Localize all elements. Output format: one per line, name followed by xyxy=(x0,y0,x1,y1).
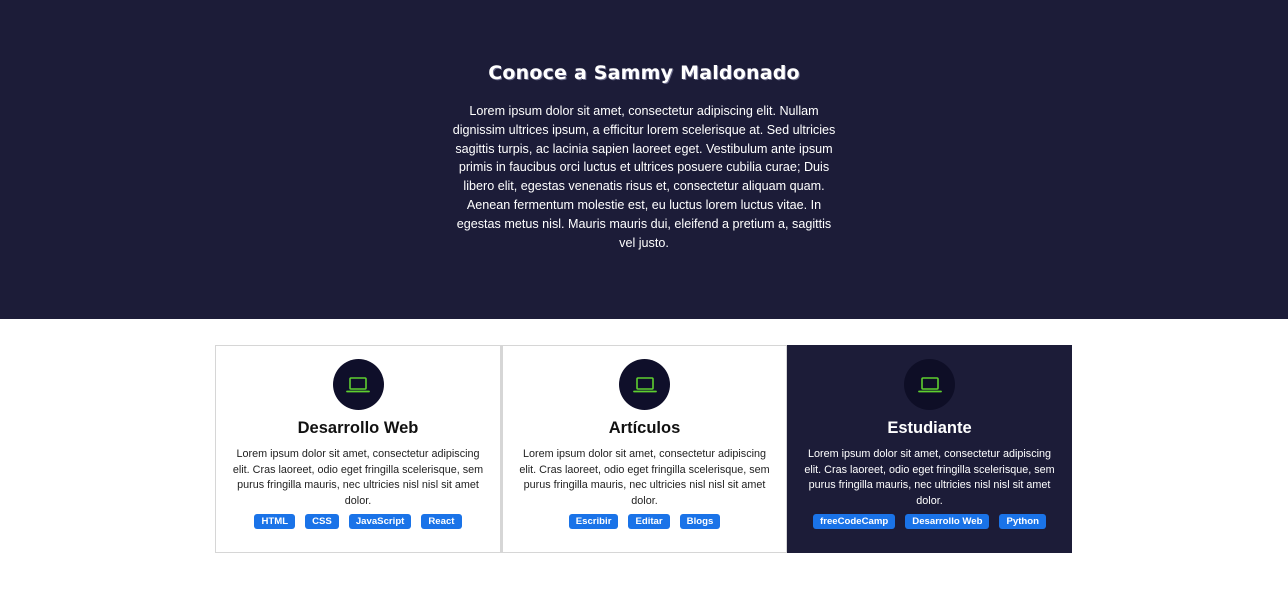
tag-badge[interactable]: HTML xyxy=(254,514,296,529)
tag-badge[interactable]: JavaScript xyxy=(348,514,412,529)
card-description: Lorem ipsum dolor sit amet, consectetur … xyxy=(519,448,770,507)
tag-badge[interactable]: Desarrollo Web xyxy=(905,514,990,529)
tag-badge[interactable]: CSS xyxy=(305,514,339,529)
tag-badge[interactable]: Escribir xyxy=(568,514,619,529)
laptop-icon xyxy=(346,376,370,392)
tag-badge[interactable]: Blogs xyxy=(679,514,721,529)
card-title: Estudiante xyxy=(887,419,972,437)
skills-cards: Desarrollo Web Lorem ipsum dolor sit ame… xyxy=(215,345,1072,553)
tag-badge[interactable]: Editar xyxy=(628,514,670,529)
card-icon-circle xyxy=(904,359,955,410)
card-description: Lorem ipsum dolor sit amet, consectetur … xyxy=(804,448,1055,507)
hero-description: Lorem ipsum dolor sit amet, consectetur … xyxy=(452,104,836,250)
card-desarrollo-web: Desarrollo Web Lorem ipsum dolor sit ame… xyxy=(215,345,501,553)
hero-title: Conoce a Sammy Maldonado xyxy=(488,62,800,84)
tag-badge[interactable]: React xyxy=(421,514,462,529)
card-description: Lorem ipsum dolor sit amet, consectetur … xyxy=(232,448,484,507)
card-title: Artículos xyxy=(608,419,681,437)
card-tags: HTML CSS JavaScript React xyxy=(216,514,500,529)
card-title: Desarrollo Web xyxy=(297,419,419,437)
card-tags: freeCodeCamp Desarrollo Web Python xyxy=(788,514,1071,529)
laptop-icon xyxy=(632,376,657,392)
card-articulos: Artículos Lorem ipsum dolor sit amet, co… xyxy=(501,345,787,553)
card-icon-circle xyxy=(332,359,384,410)
laptop-icon xyxy=(917,376,942,392)
card-tags: Escribir Editar Blogs xyxy=(503,514,786,529)
tag-badge[interactable]: Python xyxy=(999,514,1046,529)
about-hero-section: Conoce a Sammy Maldonado Lorem ipsum dol… xyxy=(0,0,1288,319)
tag-badge[interactable]: freeCodeCamp xyxy=(813,514,896,529)
card-icon-circle xyxy=(619,359,670,410)
card-estudiante: Estudiante Lorem ipsum dolor sit amet, c… xyxy=(787,345,1072,553)
